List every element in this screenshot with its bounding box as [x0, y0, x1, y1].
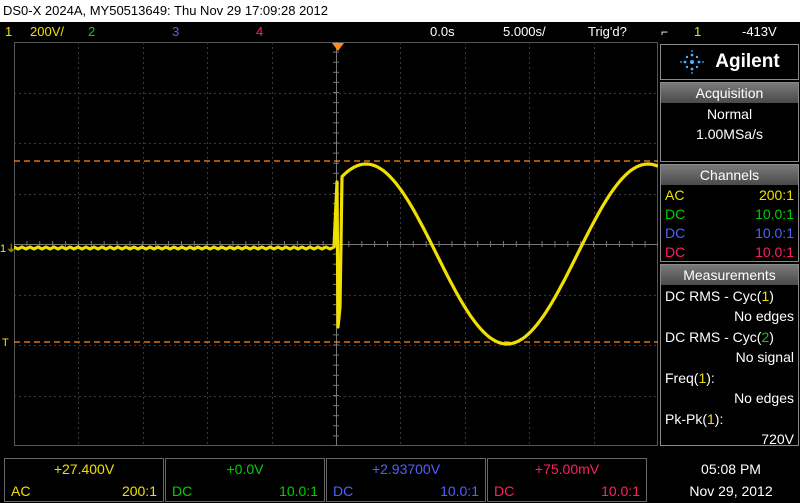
- channel-coupling: DC: [665, 244, 686, 260]
- ch4-offset-box[interactable]: +75.00mV DC 10.0:1: [487, 458, 647, 502]
- measurement-item[interactable]: Freq(1): No edges: [661, 368, 798, 408]
- trigger-level[interactable]: -413V: [742, 22, 777, 42]
- ch1-coupling: AC: [11, 483, 31, 499]
- measurement-label-suffix: ): [769, 288, 774, 304]
- ch3-probe: 10.0:1: [440, 483, 479, 499]
- ch1-offset-box[interactable]: +27.400V AC 200:1: [4, 458, 164, 502]
- measurement-label-text: DC RMS - Cyc(: [665, 288, 762, 304]
- side-panel: Agilent Acquisition Normal 1.00MSa/s Cha…: [660, 44, 800, 449]
- ch1-number[interactable]: 1: [5, 22, 12, 42]
- waveform-display[interactable]: [14, 42, 658, 446]
- time-offset[interactable]: 0.0s: [430, 22, 455, 42]
- clock: 05:08 PM Nov 29, 2012: [662, 458, 800, 503]
- ch3-offset-box[interactable]: +2.93700V DC 10.0:1: [326, 458, 486, 502]
- channel-probe: 10.0:1: [755, 244, 794, 260]
- clock-time: 05:08 PM: [701, 461, 761, 477]
- ch2-coupling: DC: [172, 483, 193, 499]
- ch2-offset-box[interactable]: +0.0V DC 10.0:1: [165, 458, 325, 502]
- measurement-label: DC RMS - Cyc(2): [661, 327, 798, 347]
- measurement-label-suffix: ):: [706, 370, 715, 386]
- measurement-label-suffix: ):: [714, 411, 724, 427]
- acquisition-header: Acquisition: [661, 83, 798, 103]
- channel-probe: 10.0:1: [755, 225, 794, 241]
- measurements-header: Measurements: [661, 265, 798, 285]
- ch1-scale[interactable]: 200V/: [30, 22, 64, 42]
- channel-row-4[interactable]: DC 10.0:1: [661, 243, 798, 262]
- trigger-state: Trig'd?: [588, 24, 627, 39]
- acquisition-rate: 1.00MSa/s: [696, 126, 763, 142]
- measurement-item[interactable]: DC RMS - Cyc(2) No signal: [661, 327, 798, 367]
- ch1-probe: 200:1: [121, 483, 157, 499]
- acquisition-box[interactable]: Acquisition Normal 1.00MSa/s: [660, 82, 799, 162]
- measurement-value: No edges: [734, 390, 794, 406]
- clock-date: Nov 29, 2012: [689, 483, 773, 499]
- channel-probe: 10.0:1: [755, 206, 794, 222]
- trigger-level-marker[interactable]: T: [2, 336, 14, 350]
- measurement-label: Pk-Pk(1):: [661, 409, 798, 429]
- measurement-label-text: Freq(: [665, 370, 699, 386]
- ch2-offset: +0.0V: [226, 461, 264, 477]
- measurement-value: No edges: [734, 308, 794, 324]
- ch1-offset: +27.400V: [53, 461, 115, 477]
- channels-header: Channels: [661, 165, 798, 185]
- acquisition-mode: Normal: [706, 106, 753, 122]
- ch3-coupling: DC: [333, 483, 354, 499]
- measurement-label-text: Pk-Pk(: [665, 411, 707, 427]
- channels-box[interactable]: Channels AC 200:1 DC 10.0:1 DC 10.0:1 DC 10.…: [660, 164, 799, 262]
- trigger-source[interactable]: 1: [694, 22, 701, 42]
- agilent-spark-icon: [680, 50, 705, 74]
- channel-coupling: DC: [665, 206, 686, 222]
- channel-coupling: DC: [665, 225, 686, 241]
- top-status-bar: 1 200V/ 2 3 4 0.0s 5.000s/ Trig'd? ⌐ 1 -…: [0, 22, 800, 42]
- measurement-item[interactable]: DC RMS - Cyc(1) No edges: [661, 286, 798, 326]
- channel-coupling: AC: [665, 187, 685, 203]
- ch4-number[interactable]: 4: [256, 22, 263, 42]
- ch2-number[interactable]: 2: [88, 22, 95, 42]
- measurement-item[interactable]: Pk-Pk(1): 720V: [661, 409, 798, 449]
- channel-row-1[interactable]: AC 200:1: [661, 185, 798, 205]
- channel-probe: 200:1: [758, 187, 794, 203]
- ch1-ground-marker[interactable]: 1⏚: [0, 242, 17, 256]
- ch3-number[interactable]: 3: [172, 22, 179, 42]
- channel-offset-bar: +27.400V AC 200:1 +0.0V DC 10.0:1 +2.937…: [0, 458, 660, 503]
- brand-box: Agilent: [660, 44, 799, 80]
- trigger-marker-label: T: [2, 337, 9, 349]
- measurement-label-text: DC RMS - Cyc(: [665, 329, 762, 345]
- channel-row-3[interactable]: DC 10.0:1: [661, 224, 798, 243]
- graticule-grid: [14, 42, 658, 446]
- time-scale[interactable]: 5.000s/: [503, 22, 546, 42]
- trigger-position-marker[interactable]: [332, 43, 344, 51]
- measurements-box[interactable]: Measurements DC RMS - Cyc(1) No edges DC…: [660, 264, 799, 449]
- ch2-probe: 10.0:1: [279, 483, 318, 499]
- ch4-offset: +75.00mV: [534, 461, 600, 477]
- measurement-value: 720V: [761, 431, 794, 447]
- ch4-coupling: DC: [494, 483, 515, 499]
- measurement-label-suffix: ): [769, 329, 774, 345]
- measurement-value: No signal: [735, 349, 794, 365]
- trigger-icon: ⌐: [661, 25, 669, 39]
- channel-row-2[interactable]: DC 10.0:1: [661, 205, 798, 224]
- ch3-offset: +2.93700V: [371, 461, 441, 477]
- brand-name: Agilent: [715, 51, 780, 72]
- measurement-label: Freq(1):: [661, 368, 798, 388]
- window-title: DS0-X 2024A, MY50513649: Thu Nov 29 17:0…: [0, 0, 800, 22]
- measurement-source: 1: [707, 411, 715, 427]
- ground-icon: ⏚: [6, 244, 17, 255]
- measurement-label: DC RMS - Cyc(1): [661, 286, 798, 306]
- ch4-probe: 10.0:1: [601, 483, 640, 499]
